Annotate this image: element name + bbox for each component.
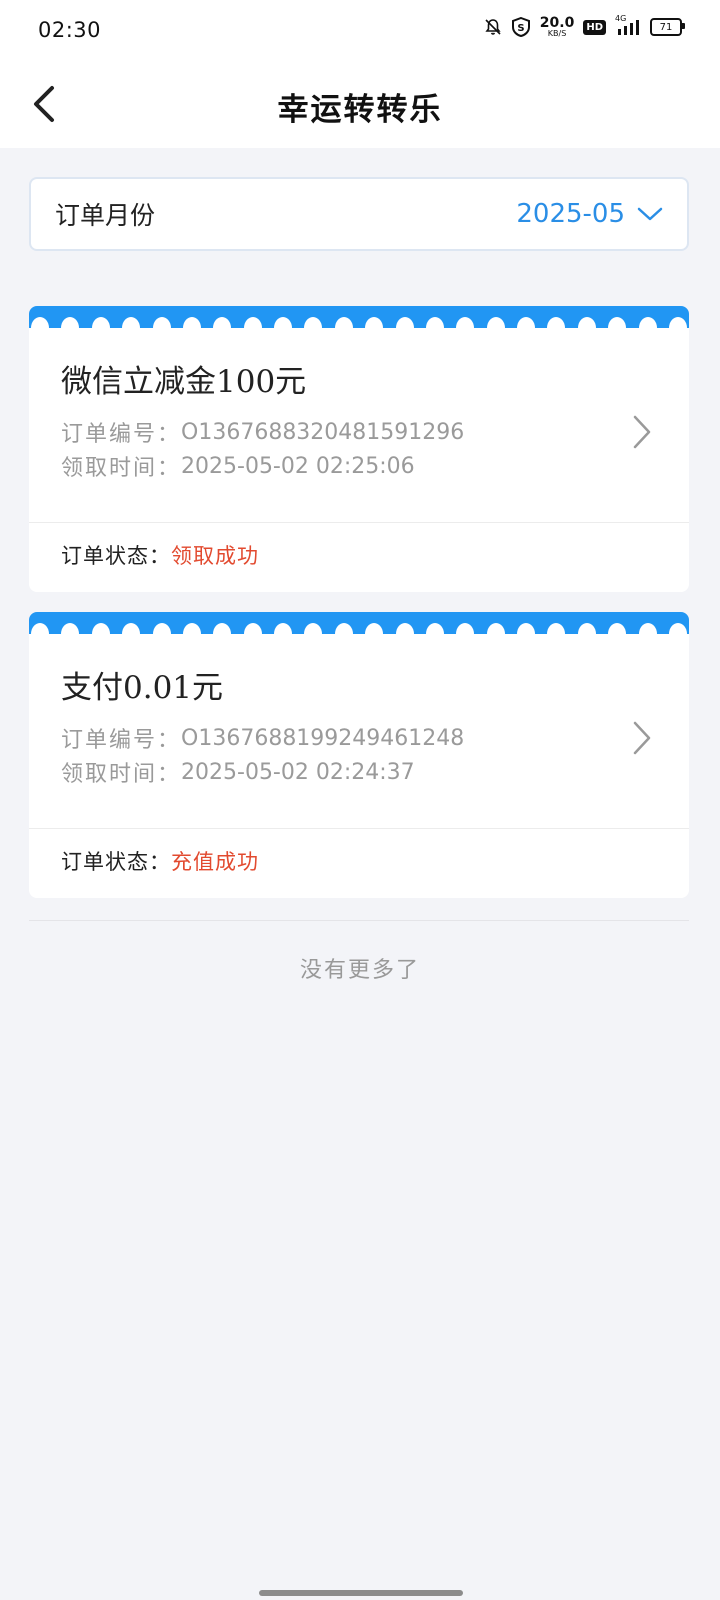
order-status-row: 订单状态： 充值成功 (29, 829, 689, 893)
order-status: 领取成功 (171, 544, 259, 568)
order-status-label: 订单状态： (61, 850, 171, 874)
signal-icon: 4G (615, 14, 641, 36)
order-card[interactable]: 微信立减金100元 订单编号： O1367688320481591296 领取时… (29, 306, 689, 592)
ticket-perforation (29, 623, 689, 634)
home-indicator[interactable] (259, 1590, 463, 1596)
page-title: 幸运转转乐 (277, 92, 443, 128)
claim-time-row: 领取时间： 2025-05-02 02:24:37 (61, 755, 657, 789)
net-speed-unit: KB/S (547, 29, 567, 38)
net-speed: 20.0 KB/S (540, 16, 575, 38)
order-number-row: 订单编号： O1367688199249461248 (61, 721, 657, 755)
claim-time-label: 领取时间： (61, 762, 182, 787)
order-status: 充值成功 (171, 850, 259, 874)
no-more-text: 没有更多了 (299, 958, 420, 983)
network-type-label: 4G (615, 14, 627, 23)
month-label: 订单月份 (55, 201, 156, 230)
chevron-right-icon (633, 721, 651, 755)
order-status-label: 订单状态： (61, 544, 171, 568)
order-card[interactable]: 支付0.01元 订单编号： O1367688199249461248 领取时间：… (29, 612, 689, 898)
svg-text:S: S (517, 23, 524, 34)
battery-level: 71 (659, 21, 673, 33)
order-number: O1367688199249461248 (181, 725, 465, 751)
hd-icon: HD (583, 19, 606, 35)
status-icons: S 20.0 KB/S HD 4G 71 (484, 14, 685, 38)
card-body: 微信立减金100元 订单编号： O1367688320481591296 领取时… (29, 328, 689, 522)
claim-time-label: 领取时间： (61, 456, 182, 481)
card-ticket-edge (29, 306, 689, 328)
month-value-group: 2025-05 (516, 199, 663, 229)
card-body: 支付0.01元 订单编号： O1367688199249461248 领取时间：… (29, 634, 689, 828)
order-number-label: 订单编号： (61, 728, 182, 753)
order-status-row: 订单状态： 领取成功 (29, 523, 689, 587)
month-selector[interactable]: 订单月份 2025-05 (29, 177, 689, 251)
claim-time-row: 领取时间： 2025-05-02 02:25:06 (61, 449, 657, 483)
order-number-label: 订单编号： (61, 422, 182, 447)
battery-icon: 71 (650, 18, 685, 36)
order-title: 支付0.01元 (61, 670, 224, 706)
claim-time: 2025-05-02 02:24:37 (181, 759, 415, 785)
net-speed-value: 20.0 (539, 15, 575, 31)
bell-off-icon (484, 18, 502, 36)
order-number: O1367688320481591296 (181, 419, 465, 445)
nav-header: 幸运转转乐 (0, 62, 720, 148)
chevron-right-icon (633, 415, 651, 449)
order-title: 微信立减金100元 (61, 364, 307, 400)
order-number-row: 订单编号： O1367688320481591296 (61, 415, 657, 449)
shield-s-icon: S (511, 17, 531, 37)
status-time: 02:30 (38, 18, 102, 42)
claim-time: 2025-05-02 02:25:06 (181, 453, 415, 479)
ticket-perforation (29, 317, 689, 328)
chevron-down-icon (637, 207, 663, 221)
card-ticket-edge (29, 612, 689, 634)
list-end-divider (29, 920, 689, 921)
month-value: 2025-05 (516, 199, 625, 229)
status-bar: 02:30 S 20.0 KB/S HD 4G 71 (0, 0, 720, 62)
